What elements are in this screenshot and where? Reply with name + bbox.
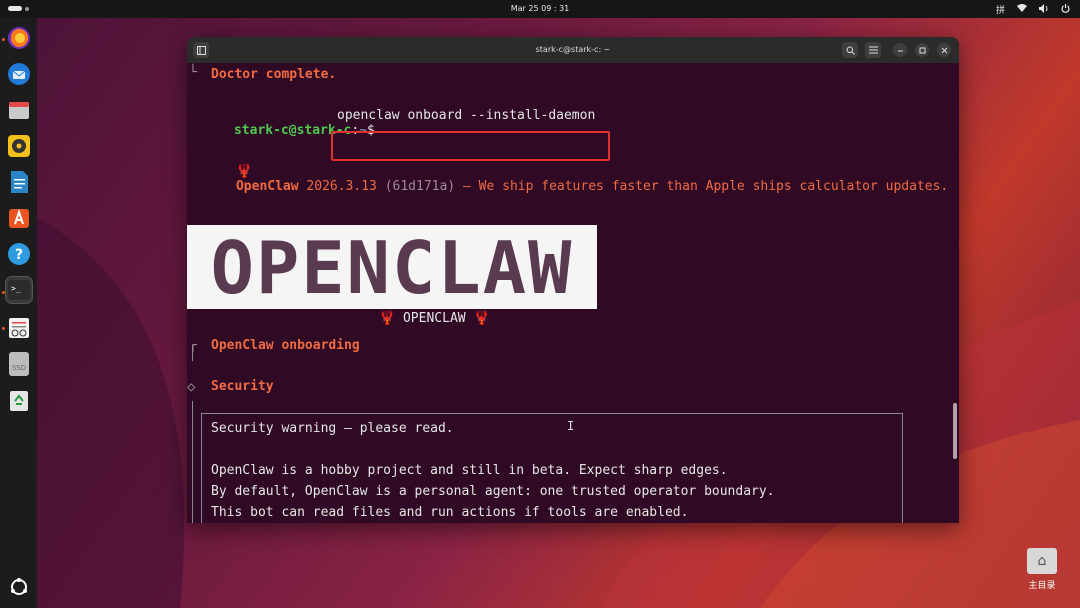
rhythmbox-icon[interactable]: [6, 133, 32, 159]
home-folder-icon[interactable]: ⌂ 主目录: [1022, 548, 1062, 598]
diamond-icon: ◇: [187, 379, 196, 395]
scrollbar[interactable]: [953, 403, 957, 459]
version-tagline: — We ship features faster than Apple shi…: [462, 179, 949, 194]
help-icon[interactable]: ?: [6, 241, 32, 267]
terminal-glyph: >_: [11, 284, 21, 293]
terminal-icon[interactable]: >_: [5, 276, 33, 304]
version-commit: (61d171a): [384, 179, 456, 194]
lobster-icon: 🦞: [235, 164, 253, 179]
ssd-label: SSD: [12, 364, 26, 372]
power-icon: [1061, 3, 1070, 16]
home-folder-label: 主目录: [1028, 581, 1056, 591]
clock[interactable]: Mar 25 09 : 31: [0, 4, 1080, 13]
tree-line: [192, 401, 193, 523]
center-title-line: 🦞 OPENCLAW 🦞: [332, 296, 490, 341]
files-icon[interactable]: [6, 97, 32, 123]
command-text: openclaw onboard --install-daemon: [337, 108, 596, 123]
lobster-icon: 🦞: [378, 311, 396, 326]
tree-corner-glyph: ┌: [189, 338, 197, 353]
version-number: 2026.3.13: [306, 179, 377, 194]
show-apps-icon[interactable]: [6, 574, 32, 600]
app-center-icon[interactable]: [6, 205, 32, 231]
version-line: 🦞 OpenClaw 2026.3.13 (61d171a) — We ship…: [189, 149, 948, 209]
top-bar: Mar 25 09 : 31 拼: [0, 0, 1080, 18]
onboarding-title: OpenClaw onboarding: [211, 338, 360, 353]
terminal-window[interactable]: stark-c@stark-c: ~ └ Doctor complete. st…: [187, 37, 959, 523]
lobster-icon: 🦞: [473, 311, 490, 326]
body-line: OpenClaw is a hobby project and still in…: [211, 463, 728, 478]
trash-icon[interactable]: [6, 387, 32, 413]
body-line: This bot can read files and run actions …: [211, 505, 689, 520]
version-product: OpenClaw: [235, 179, 299, 194]
running-indicator: [2, 38, 5, 41]
search-button[interactable]: [842, 42, 858, 58]
menu-button[interactable]: [865, 42, 881, 58]
firefox-icon[interactable]: [6, 25, 32, 51]
volume-icon: [1039, 3, 1049, 16]
system-tray[interactable]: 拼: [996, 3, 1070, 16]
security-heading: Security: [211, 379, 280, 394]
running-indicator: [2, 327, 5, 330]
svg-text:?: ?: [15, 247, 23, 263]
maximize-button[interactable]: [915, 43, 929, 57]
text-editor-icon[interactable]: [6, 315, 32, 341]
thunderbird-icon[interactable]: [6, 61, 32, 87]
doctor-complete-line: Doctor complete.: [211, 67, 337, 82]
home-icon: ⌂: [1027, 548, 1057, 574]
body-line: By default, OpenClaw is a personal agent…: [211, 484, 775, 499]
libreoffice-writer-icon[interactable]: [6, 169, 32, 195]
tree-corner-glyph: └: [189, 65, 197, 80]
window-titlebar[interactable]: stark-c@stark-c: ~: [187, 37, 959, 63]
text-cursor-icon: I: [567, 419, 575, 433]
network-icon: [1017, 3, 1027, 16]
close-button[interactable]: [937, 43, 951, 57]
security-warning: Security warning — please read.: [211, 421, 454, 436]
dock: ? >_ SSD: [0, 18, 37, 608]
ssd-drive-icon[interactable]: SSD: [6, 351, 32, 377]
terminal-body[interactable]: └ Doctor complete. stark-c@stark-c:~$ op…: [187, 63, 959, 523]
center-title: OPENCLAW: [402, 311, 466, 326]
running-indicator: [2, 291, 5, 294]
input-method-indicator[interactable]: 拼: [996, 3, 1005, 16]
minimize-button[interactable]: [893, 43, 907, 57]
